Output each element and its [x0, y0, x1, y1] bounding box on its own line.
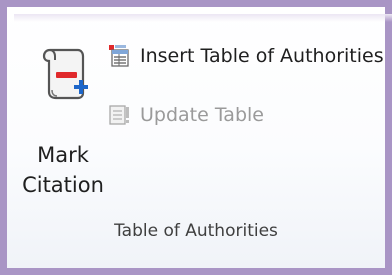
update-table-icon — [109, 105, 129, 125]
insert-table-of-authorities-button[interactable]: Insert Table of Authorities — [108, 41, 384, 71]
update-table-button[interactable]: Update Table — [108, 100, 264, 130]
group-label: Table of Authorities — [114, 221, 278, 241]
insert-table-of-authorities-icon — [109, 45, 129, 67]
frame-shadow — [14, 14, 392, 22]
insert-table-of-authorities-label: Insert Table of Authorities — [140, 45, 384, 67]
mark-citation-icon — [42, 48, 88, 100]
mark-citation-label: Mark Citation — [22, 143, 104, 197]
update-table-label: Update Table — [140, 104, 264, 126]
